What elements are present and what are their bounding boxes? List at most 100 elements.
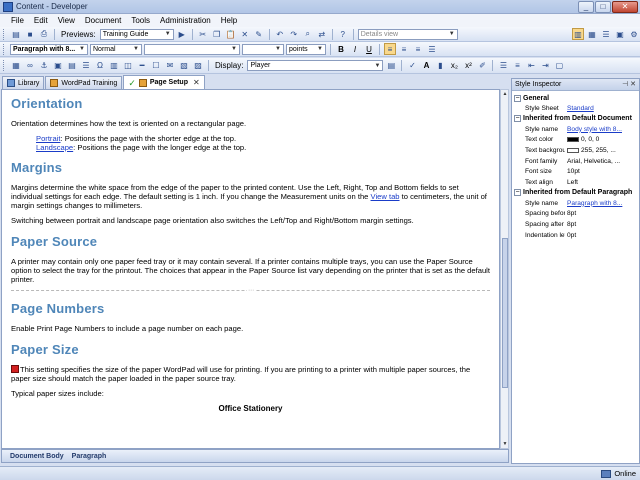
toolbar-grip[interactable]: [3, 28, 6, 40]
numbered-list-icon[interactable]: ≡: [511, 60, 523, 72]
indent-icon[interactable]: ⇥: [539, 60, 551, 72]
group-default-paragraph[interactable]: − Inherited from Default Paragraph: [512, 188, 639, 198]
save-icon[interactable]: ■: [24, 28, 36, 40]
help-icon[interactable]: ?: [337, 28, 349, 40]
tab-wordpad-training[interactable]: WordPad Training: [45, 76, 123, 89]
clear-format-icon[interactable]: ✐: [476, 60, 488, 72]
close-button[interactable]: ✕: [612, 1, 638, 13]
menu-help[interactable]: Help: [216, 16, 242, 25]
paste-icon[interactable]: 📋: [225, 28, 237, 40]
subscript-icon[interactable]: x₂: [448, 60, 460, 72]
collapse-icon[interactable]: −: [514, 94, 521, 102]
maximize-button[interactable]: □: [595, 1, 611, 13]
units-select[interactable]: points ▼: [286, 43, 326, 55]
copy-icon[interactable]: ❐: [211, 28, 223, 40]
menu-file[interactable]: File: [6, 16, 29, 25]
insert-field-icon[interactable]: ▤: [66, 60, 78, 72]
outdent-icon[interactable]: ⇤: [525, 60, 537, 72]
panel-icon[interactable]: ▣: [614, 28, 626, 40]
breadcrumb-document-body[interactable]: Document Body: [10, 453, 64, 460]
property-value-link[interactable]: Paragraph with 8...: [565, 200, 637, 207]
insert-chart-icon[interactable]: ▥: [108, 60, 120, 72]
run-preview-icon[interactable]: ▶: [176, 28, 188, 40]
landscape-link[interactable]: Landscape: [36, 143, 73, 152]
superscript-icon[interactable]: x²: [462, 60, 474, 72]
property-value-link[interactable]: Body style with 8...: [565, 126, 637, 133]
align-center-icon[interactable]: ≡: [398, 43, 410, 55]
bold-icon[interactable]: B: [335, 43, 347, 55]
layout-view-icon[interactable]: ▥: [572, 28, 584, 40]
tab-library[interactable]: Library: [2, 76, 45, 89]
bullet-list-icon[interactable]: ☰: [497, 60, 509, 72]
replace-icon[interactable]: ⇄: [316, 28, 328, 40]
collapse-icon[interactable]: −: [514, 115, 521, 123]
group-general[interactable]: − General: [512, 93, 639, 103]
typical-sizes-paragraph: Typical paper sizes include:: [11, 389, 104, 398]
border-icon[interactable]: ▢: [553, 60, 565, 72]
scroll-down-icon[interactable]: ▼: [502, 441, 508, 447]
find-icon[interactable]: ⌕: [302, 28, 314, 40]
cut-icon[interactable]: ✂: [197, 28, 209, 40]
close-tab-icon[interactable]: ✕: [193, 78, 200, 87]
portrait-link[interactable]: Portrait: [36, 134, 60, 143]
undo-icon[interactable]: ↶: [274, 28, 286, 40]
options-icon[interactable]: ⚙: [628, 28, 640, 40]
insert-box-icon[interactable]: ☐: [150, 60, 162, 72]
toolbar-grip[interactable]: [3, 60, 6, 71]
view-tab-link[interactable]: View tab: [371, 192, 400, 201]
delete-icon[interactable]: ✕: [239, 28, 251, 40]
collapse-icon[interactable]: −: [514, 189, 521, 197]
insert-media-icon[interactable]: ◫: [122, 60, 134, 72]
insert-variable-icon[interactable]: ▧: [178, 60, 190, 72]
document-editor[interactable]: Orientation Orientation determines how t…: [1, 89, 500, 449]
breadcrumb-paragraph[interactable]: Paragraph: [72, 453, 107, 460]
display-select[interactable]: Player ▼: [247, 60, 384, 71]
menu-administration[interactable]: Administration: [155, 16, 216, 25]
italic-icon[interactable]: I: [349, 43, 361, 55]
insert-symbol-icon[interactable]: Ω: [94, 60, 106, 72]
property-value: 0pt: [567, 231, 577, 239]
insert-table-icon[interactable]: ▦: [10, 60, 22, 72]
scroll-up-icon[interactable]: ▲: [502, 91, 508, 97]
font-select[interactable]: ▼: [144, 43, 240, 55]
font-color-icon[interactable]: A: [420, 60, 432, 72]
tab-page-setup[interactable]: ✓ Page Setup ✕: [123, 75, 205, 89]
insert-hr-icon[interactable]: ━: [136, 60, 148, 72]
pin-close-icons[interactable]: ⊣ ✕: [622, 80, 636, 88]
highlight-icon[interactable]: ▮: [434, 60, 446, 72]
list-view-icon[interactable]: ☰: [600, 28, 612, 40]
group-default-document[interactable]: − Inherited from Default Document: [512, 114, 639, 124]
property-value-link[interactable]: Standard: [565, 105, 637, 112]
align-left-icon[interactable]: ≡: [384, 43, 396, 55]
flag-icon[interactable]: [11, 365, 19, 373]
menu-document[interactable]: Document: [80, 16, 126, 25]
toolbar-grip[interactable]: [3, 43, 6, 55]
format-painter-icon[interactable]: ✎: [253, 28, 265, 40]
menu-view[interactable]: View: [53, 16, 80, 25]
menu-edit[interactable]: Edit: [29, 16, 53, 25]
spell-check-icon[interactable]: ✓: [406, 60, 418, 72]
split-view-icon[interactable]: ▦: [586, 28, 598, 40]
underline-icon[interactable]: U: [363, 43, 375, 55]
menu-tools[interactable]: Tools: [126, 16, 155, 25]
insert-image-icon[interactable]: ▣: [52, 60, 64, 72]
character-style-select[interactable]: Normal ▼: [90, 43, 142, 55]
view-mode-select[interactable]: Details view ▼: [357, 28, 458, 40]
vertical-scrollbar[interactable]: ▲ ▼: [500, 89, 509, 449]
minimize-button[interactable]: _: [578, 1, 594, 13]
align-right-icon[interactable]: ≡: [412, 43, 424, 55]
preview-select[interactable]: Training Guide ▼: [99, 28, 174, 40]
insert-list-icon[interactable]: ☰: [80, 60, 92, 72]
insert-link-icon[interactable]: ∞: [24, 60, 36, 72]
print-icon[interactable]: ⎙: [38, 28, 50, 40]
new-document-icon[interactable]: ▤: [10, 28, 22, 40]
insert-condition-icon[interactable]: ▨: [192, 60, 204, 72]
paragraph-style-select[interactable]: Paragraph with 8... ▼: [10, 43, 88, 55]
display-options-icon[interactable]: ▤: [385, 60, 397, 72]
font-size-select[interactable]: ▼: [242, 43, 284, 55]
redo-icon[interactable]: ↷: [288, 28, 300, 40]
scrollbar-thumb[interactable]: [502, 238, 508, 388]
insert-anchor-icon[interactable]: ⚓: [38, 60, 50, 72]
justify-icon[interactable]: ☰: [426, 43, 438, 55]
insert-comment-icon[interactable]: ✉: [164, 60, 176, 72]
